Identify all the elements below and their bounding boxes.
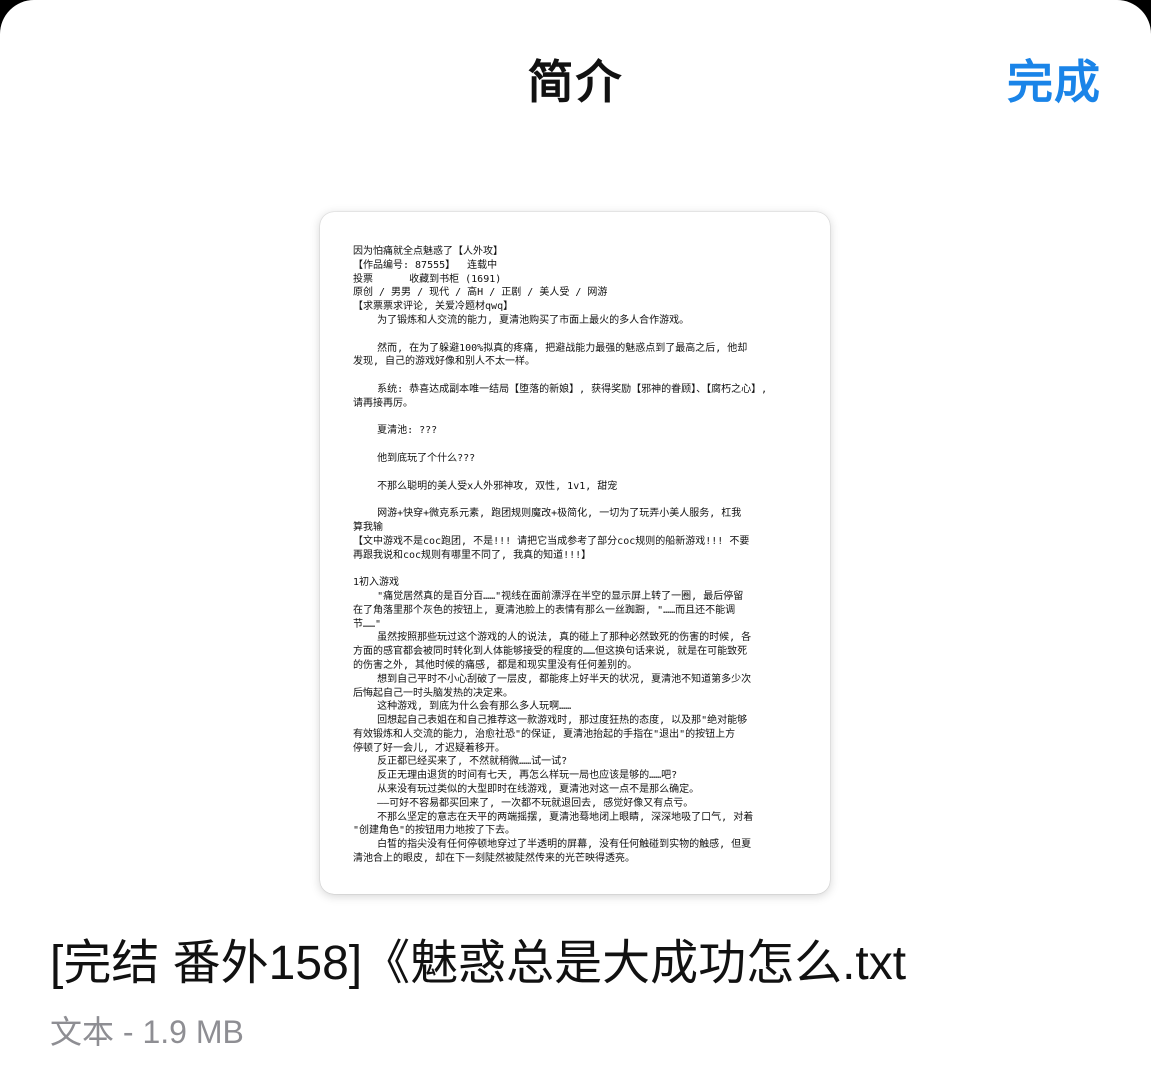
document-line: 停顿了好一会儿, 才迟疑着移开。: [353, 742, 506, 754]
document-line: "痛觉居然真的是百分百……"视线在面前漂浮在半空的显示屏上转了一圈, 最后停留: [353, 590, 744, 602]
document-line: 1初入游戏: [353, 577, 400, 589]
document-line: [353, 562, 801, 576]
document-line: ——可好不容易都买回来了, 一次都不玩就退回去, 感觉好像又有点亏。: [353, 797, 694, 809]
preview-sheet: 简介 完成 因为怕痛就全点魅惑了【人外攻】 【作品编号: 87555】 连载中 投票…: [0, 0, 1151, 1080]
document-line: 再跟我说和coc规则有哪里不同了, 我真的知道!!!】: [353, 549, 592, 561]
document-line: [353, 369, 801, 383]
document-line: [353, 411, 801, 425]
document-preview[interactable]: 因为怕痛就全点魅惑了【人外攻】 【作品编号: 87555】 连载中 投票 收藏到书柜…: [320, 212, 830, 894]
document-line: 网游+快穿+微克系元素, 跑团规则魔改+极简化, 一切为了玩弄小美人服务, 杠我: [353, 508, 742, 520]
document-line: 不那么聪明的美人受x人外邪神攻, 双性, 1v1, 甜宠: [353, 480, 618, 492]
document-line: 后悔起自己一时头脑发热的决定来。: [353, 687, 513, 699]
document-line: 因为怕痛就全点魅惑了【人外攻】: [353, 246, 503, 257]
document-line: 的伤害之外, 其他时候的痛感, 都是和现实里没有任何差别的。: [353, 659, 638, 671]
document-line: 发现, 自己的游戏好像和别人不太一样。: [353, 356, 536, 368]
document-line: 有效锻炼和人交流的能力, 治愈社恐"的保证, 夏清池抬起的手指在"退出"的按钮上…: [353, 728, 736, 740]
document-text: 因为怕痛就全点魅惑了【人外攻】 【作品编号: 87555】 连载中 投票 收藏到书柜…: [353, 245, 801, 870]
document-line: 夏清池: ???: [353, 425, 438, 437]
document-line: 算我输: [353, 521, 383, 533]
document-line: 请再接再厉。: [353, 397, 413, 409]
document-line: 【作品编号: 87555】 连载中: [353, 259, 498, 271]
file-name: [完结 番外158]《魅惑总是大成功怎么.txt: [50, 937, 907, 990]
document-line: 回想起自己表姐在和自己推荐这一款游戏时, 那过度狂热的态度, 以及那"绝对能够: [353, 715, 748, 727]
document-line: 他到底玩了个什么???: [353, 452, 476, 464]
page-title: 简介: [527, 55, 624, 109]
document-line: [353, 328, 801, 342]
document-line: 为了锻炼和人交流的能力, 夏清池购买了市面上最火的多人合作游戏。: [353, 314, 690, 326]
done-button[interactable]: 完成: [1007, 52, 1101, 112]
document-line: 投票 收藏到书柜 (1691): [353, 273, 502, 285]
document-line: 虽然按照那些玩过这个游戏的人的说法, 真的碰上了那种必然致死的伤害的时候, 各: [353, 632, 752, 644]
document-line: 从来没有玩过类似的大型即时在线游戏, 夏清池对这一点不是那么确定。: [353, 784, 700, 796]
document-line: 白皙的指尖没有任何停顿地穿过了半透明的屏幕, 没有任何触碰到实物的触感, 但夏: [353, 839, 752, 851]
document-line: [353, 438, 801, 452]
document-line: 然而, 在为了躲避100%拟真的疼痛, 把避战能力最强的魅惑点到了最高之后, 他…: [353, 342, 748, 354]
document-line: [353, 466, 801, 480]
document-line: 节……": [353, 618, 382, 630]
document-line: "创建角色"的按钮用力地按了下去。: [353, 825, 516, 837]
document-line: 在了角落里那个灰色的按钮上, 夏清池脸上的表情有那么一丝踟蹰, "……而且还不能…: [353, 604, 736, 616]
document-line: 【求票票求评论, 关爱冷题材qwq】: [353, 301, 514, 313]
document-line: 反正无理由退货的时间有七天, 再怎么样玩一局也应该是够的……吧?: [353, 770, 678, 782]
document-line: 原创 / 男男 / 现代 / 高H / 正剧 / 美人受 / 网游: [353, 287, 608, 299]
document-line: 这种游戏, 到底为什么会有那么多人玩啊……: [353, 701, 572, 713]
document-line: [353, 493, 801, 507]
document-line: 清池合上的眼皮, 却在下一刻陡然被陡然传来的光芒映得透亮。: [353, 853, 636, 865]
document-line: 系统: 恭喜达成副本唯一结局【堕落的新娘】, 获得奖励【邪神的眷顾】、【腐朽之心…: [353, 383, 768, 395]
document-line: 不那么坚定的意志在天平的两端摇摆, 夏清池蓦地闭上眼睛, 深深地吸了口气, 对着: [353, 811, 754, 823]
file-meta: 文本 - 1.9 MB: [50, 1014, 244, 1050]
document-line: 反正都已经买来了, 不然就稍微……试一试?: [353, 756, 568, 768]
document-line: 想到自己平时不小心刮破了一层皮, 都能疼上好半天的状况, 夏清池不知道第多少次: [353, 673, 752, 685]
document-line: 【文中游戏不是coc跑团, 不是!!! 请把它当成参考了部分coc规则的船新游戏…: [353, 535, 750, 547]
document-line: 方面的感官都会被同时转化到人体能够接受的程度的……但这换句话来说, 就是在可能致…: [353, 646, 748, 658]
